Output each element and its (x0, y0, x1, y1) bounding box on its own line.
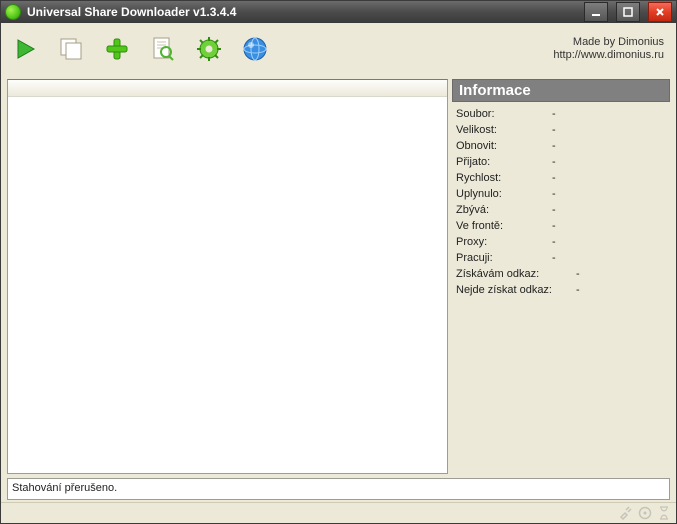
info-row: Velikost:- (456, 124, 666, 136)
info-value: - (552, 172, 556, 184)
info-row: Pracuji:- (456, 252, 666, 264)
info-value: - (552, 156, 556, 168)
document-search-icon (150, 36, 176, 62)
info-value: - (552, 220, 556, 232)
app-icon (5, 4, 21, 20)
info-label: Přijato: (456, 156, 552, 168)
info-label: Pracuji: (456, 252, 552, 264)
info-value: - (552, 204, 556, 216)
disc-icon (638, 506, 652, 520)
info-label: Velikost: (456, 124, 552, 136)
info-value: - (552, 140, 556, 152)
info-value: - (576, 284, 580, 296)
credits-line1: Made by Dimonius (553, 36, 664, 49)
info-row: Obnovit:- (456, 140, 666, 152)
credits: Made by Dimonius http://www.dimonius.ru (553, 36, 668, 62)
info-row: Uplynulo:- (456, 188, 666, 200)
play-button[interactable] (9, 33, 41, 65)
info-panel: Informace Soubor:- Velikost:- Obnovit:- … (452, 79, 670, 474)
play-icon (12, 36, 38, 62)
info-row: Získávám odkaz:- (456, 268, 666, 280)
download-list[interactable] (7, 79, 448, 474)
maximize-icon (622, 6, 634, 18)
maximize-button[interactable] (616, 2, 640, 22)
copy-icon (57, 36, 85, 62)
toolbar: Made by Dimonius http://www.dimonius.ru (1, 23, 676, 75)
document-search-button[interactable] (147, 33, 179, 65)
minimize-button[interactable] (584, 2, 608, 22)
info-label: Proxy: (456, 236, 552, 248)
log-box[interactable]: Stahování přerušeno. (7, 478, 670, 500)
info-row: Soubor:- (456, 108, 666, 120)
info-value: - (576, 268, 580, 280)
info-value: - (552, 124, 556, 136)
info-label: Ve frontě: (456, 220, 552, 232)
app-window: Universal Share Downloader v1.3.4.4 (0, 0, 677, 524)
content-area: Informace Soubor:- Velikost:- Obnovit:- … (1, 75, 676, 478)
info-label: Rychlost: (456, 172, 552, 184)
info-label: Nejde získat odkaz: (456, 284, 576, 296)
close-button[interactable] (648, 2, 672, 22)
info-row: Ve frontě:- (456, 220, 666, 232)
plug-icon (618, 506, 632, 520)
info-label: Uplynulo: (456, 188, 552, 200)
status-bar (1, 502, 676, 523)
list-header[interactable] (8, 80, 447, 97)
info-label: Obnovit: (456, 140, 552, 152)
globe-icon (242, 36, 268, 62)
copy-button[interactable] (55, 33, 87, 65)
info-label: Zbývá: (456, 204, 552, 216)
window-title: Universal Share Downloader v1.3.4.4 (27, 5, 236, 19)
info-rows: Soubor:- Velikost:- Obnovit:- Přijato:- … (452, 102, 670, 302)
settings-button[interactable] (193, 33, 225, 65)
log-text: Stahování přerušeno. (12, 482, 117, 494)
info-value: - (552, 188, 556, 200)
add-button[interactable] (101, 33, 133, 65)
credits-line2: http://www.dimonius.ru (553, 49, 664, 62)
close-icon (654, 6, 666, 18)
add-icon (104, 36, 130, 62)
info-row: Zbývá:- (456, 204, 666, 216)
gear-icon (196, 36, 222, 62)
info-row: Nejde získat odkaz:- (456, 284, 666, 296)
info-value: - (552, 108, 556, 120)
hourglass-icon (658, 506, 670, 520)
web-button[interactable] (239, 33, 271, 65)
info-row: Proxy:- (456, 236, 666, 248)
info-label: Získávám odkaz: (456, 268, 576, 280)
minimize-icon (590, 6, 602, 18)
info-row: Přijato:- (456, 156, 666, 168)
info-value: - (552, 236, 556, 248)
info-panel-title: Informace (452, 79, 670, 102)
info-label: Soubor: (456, 108, 552, 120)
info-value: - (552, 252, 556, 264)
info-row: Rychlost:- (456, 172, 666, 184)
title-bar: Universal Share Downloader v1.3.4.4 (1, 1, 676, 23)
